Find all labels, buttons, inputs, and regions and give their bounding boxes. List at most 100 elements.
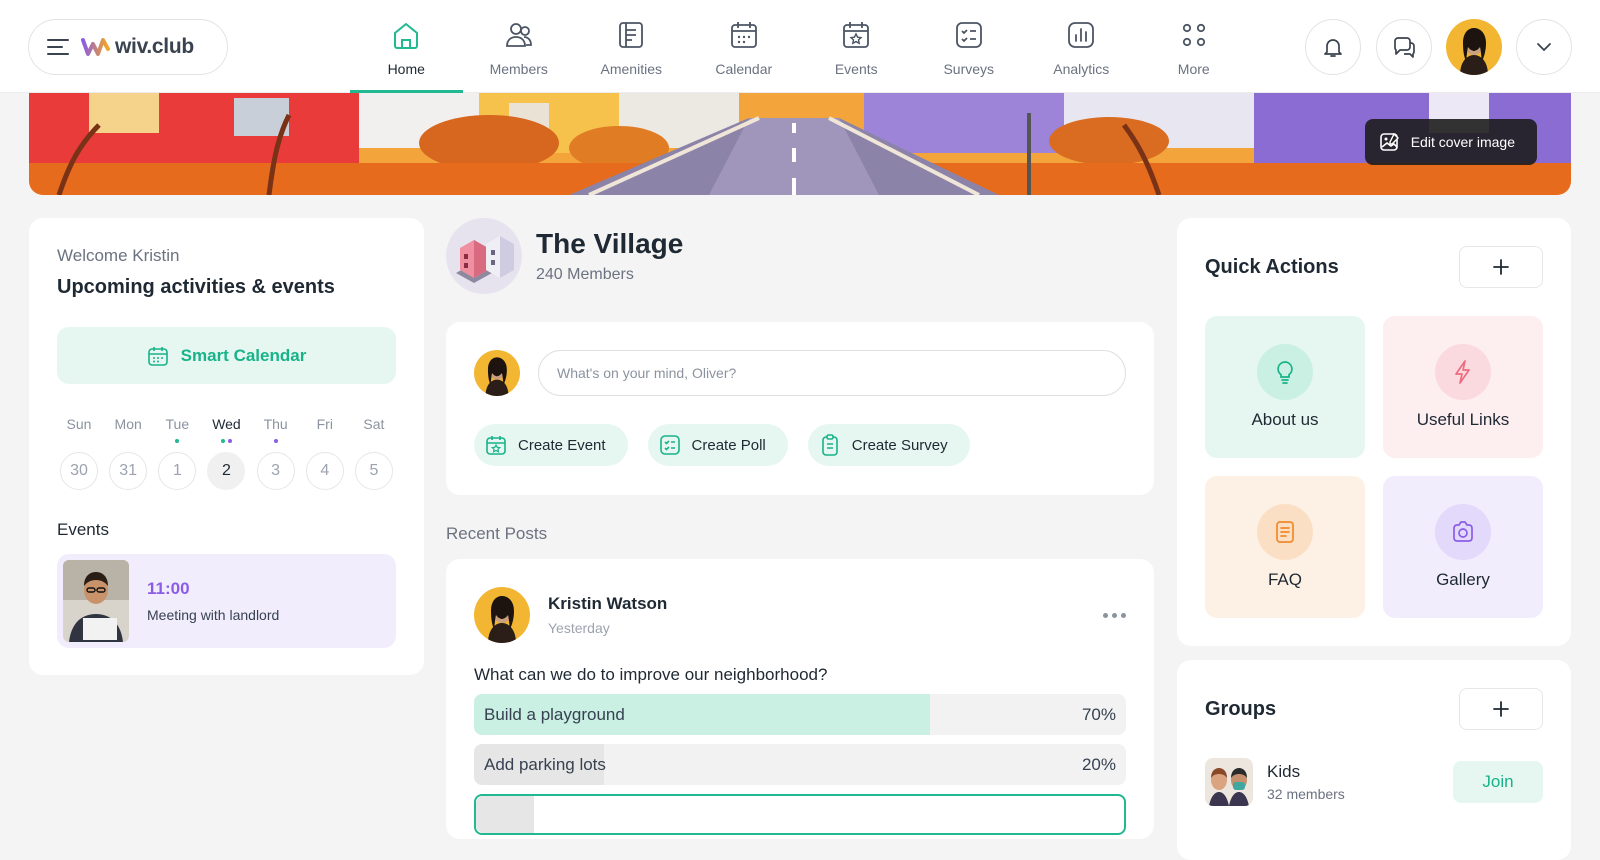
recent-posts-heading: Recent Posts bbox=[446, 524, 548, 543]
day-name: Fri bbox=[316, 416, 333, 432]
nav-label: Events bbox=[834, 61, 878, 77]
groups-header: Groups bbox=[1205, 688, 1543, 730]
event-info: 11:00 Meeting with landlord bbox=[147, 579, 279, 623]
day-sat[interactable]: Sat 5 bbox=[354, 416, 394, 490]
day-name: Wed bbox=[212, 416, 241, 432]
hamburger-icon[interactable] bbox=[47, 39, 69, 55]
nav-amenities[interactable]: Amenities bbox=[575, 0, 688, 93]
event-dot bbox=[227, 439, 232, 443]
amenities-icon bbox=[619, 22, 644, 48]
poll-option[interactable]: Add parking lots 20% bbox=[474, 744, 1126, 785]
brand-name: wiv.club bbox=[115, 35, 194, 58]
quick-actions-title: Quick Actions bbox=[1205, 255, 1339, 278]
messages-button[interactable] bbox=[1376, 19, 1432, 75]
day-sun[interactable]: Sun 30 bbox=[59, 416, 99, 490]
brand-pill[interactable]: wiv.club bbox=[28, 19, 228, 75]
notifications-button[interactable] bbox=[1305, 19, 1361, 75]
community-header: The Village 240 Members bbox=[446, 218, 683, 294]
day-fri[interactable]: Fri 4 bbox=[305, 416, 345, 490]
nav-more[interactable]: More bbox=[1138, 0, 1251, 93]
composer-row: What's on your mind, Oliver? bbox=[474, 350, 1126, 396]
nav-label: Analytics bbox=[1053, 61, 1110, 77]
day-mon[interactable]: Mon 31 bbox=[108, 416, 148, 490]
poll-option-percent: 70% bbox=[1081, 704, 1116, 724]
post-composer: What's on your mind, Oliver? Create Even… bbox=[446, 322, 1154, 495]
poll-option-label: Add parking lots bbox=[484, 754, 606, 774]
create-survey-button[interactable]: Create Survey bbox=[807, 424, 970, 466]
home-icon bbox=[394, 22, 419, 49]
day-tue[interactable]: Tue 1 bbox=[157, 416, 197, 490]
day-thu[interactable]: Thu 3 bbox=[256, 416, 296, 490]
smart-calendar-button[interactable]: Smart Calendar bbox=[57, 327, 396, 384]
calendar-icon bbox=[730, 22, 757, 48]
event-description: Meeting with landlord bbox=[147, 607, 280, 623]
quick-action-about[interactable]: About us bbox=[1205, 316, 1365, 458]
composer-avatar bbox=[474, 350, 520, 396]
event-dot bbox=[220, 439, 225, 443]
user-avatar[interactable] bbox=[1446, 19, 1502, 75]
event-dot bbox=[175, 439, 180, 443]
survey-clipboard-icon bbox=[821, 434, 838, 456]
join-group-button[interactable]: Join bbox=[1453, 761, 1543, 803]
event-calendar-icon bbox=[486, 436, 506, 455]
day-markers bbox=[220, 434, 232, 448]
community-members: 240 Members bbox=[536, 266, 634, 283]
poll-option-percent: 20% bbox=[1081, 754, 1116, 774]
quick-action-gallery[interactable]: Gallery bbox=[1383, 476, 1543, 618]
quick-action-label: FAQ bbox=[1267, 570, 1302, 589]
nav-home[interactable]: Home bbox=[350, 0, 463, 93]
more-icon bbox=[1182, 23, 1205, 47]
calendar-icon bbox=[147, 346, 168, 366]
group-members: 32 members bbox=[1267, 786, 1345, 802]
bell-icon bbox=[1324, 39, 1342, 57]
top-bar: wiv.club Home Members Amenities Calendar… bbox=[0, 0, 1600, 93]
nav-label: Home bbox=[387, 61, 425, 77]
community-avatar-image bbox=[446, 218, 522, 294]
nav-members[interactable]: Members bbox=[463, 0, 576, 93]
poll-option[interactable] bbox=[474, 794, 1126, 835]
more-options-icon[interactable] bbox=[1103, 612, 1126, 618]
poll-icon bbox=[659, 435, 680, 455]
poll-option[interactable]: Build a playground 70% bbox=[474, 694, 1126, 735]
week-strip: Sun 30 Mon 31 Tue 1 Wed 2 Thu 3 Fri 4 Sa… bbox=[57, 416, 396, 490]
community-avatar[interactable] bbox=[446, 218, 522, 294]
create-event-button[interactable]: Create Event bbox=[474, 424, 628, 466]
surveys-icon bbox=[955, 22, 982, 48]
edit-cover-button[interactable]: Edit cover image bbox=[1364, 119, 1537, 165]
poll-bar bbox=[476, 796, 535, 833]
nav-label: Members bbox=[489, 61, 548, 77]
nav-surveys[interactable]: Surveys bbox=[913, 0, 1026, 93]
day-name: Sun bbox=[66, 416, 92, 432]
groups-card: Groups Kids 32 members Join bbox=[1177, 660, 1571, 860]
group-item[interactable]: Kids 32 members Join bbox=[1205, 758, 1543, 806]
create-poll-button[interactable]: Create Poll bbox=[647, 424, 788, 466]
cover-illustration bbox=[29, 93, 1571, 195]
day-name: Tue bbox=[165, 416, 190, 432]
chevron-down-icon bbox=[1537, 43, 1551, 52]
document-icon bbox=[1276, 521, 1294, 543]
community-name: The Village bbox=[536, 228, 684, 259]
post-author[interactable]: Kristin Watson bbox=[548, 594, 667, 614]
add-group-button[interactable] bbox=[1459, 688, 1543, 730]
event-thumbnail bbox=[63, 560, 129, 642]
group-thumbnail-image bbox=[1205, 758, 1253, 806]
qa-icon-wrap bbox=[1257, 344, 1313, 400]
quick-action-links[interactable]: Useful Links bbox=[1383, 316, 1543, 458]
day-name: Mon bbox=[114, 416, 142, 432]
quick-action-faq[interactable]: FAQ bbox=[1205, 476, 1365, 618]
logo: wiv.club bbox=[81, 35, 194, 59]
nav-label: Amenities bbox=[600, 61, 662, 77]
nav-events[interactable]: Events bbox=[800, 0, 913, 93]
post-input[interactable]: What's on your mind, Oliver? bbox=[538, 350, 1126, 396]
plus-icon bbox=[1493, 701, 1509, 717]
nav-analytics[interactable]: Analytics bbox=[1025, 0, 1138, 93]
event-item[interactable]: 11:00 Meeting with landlord bbox=[57, 554, 396, 648]
event-dot bbox=[273, 439, 278, 443]
nav-calendar[interactable]: Calendar bbox=[688, 0, 801, 93]
day-wed[interactable]: Wed 2 bbox=[206, 416, 246, 490]
image-edit-icon bbox=[1379, 132, 1399, 151]
day-number: 30 bbox=[60, 452, 98, 490]
add-quick-action-button[interactable] bbox=[1459, 246, 1543, 288]
account-menu-button[interactable] bbox=[1516, 19, 1572, 75]
post-header: Kristin Watson Yesterday bbox=[474, 587, 1126, 643]
